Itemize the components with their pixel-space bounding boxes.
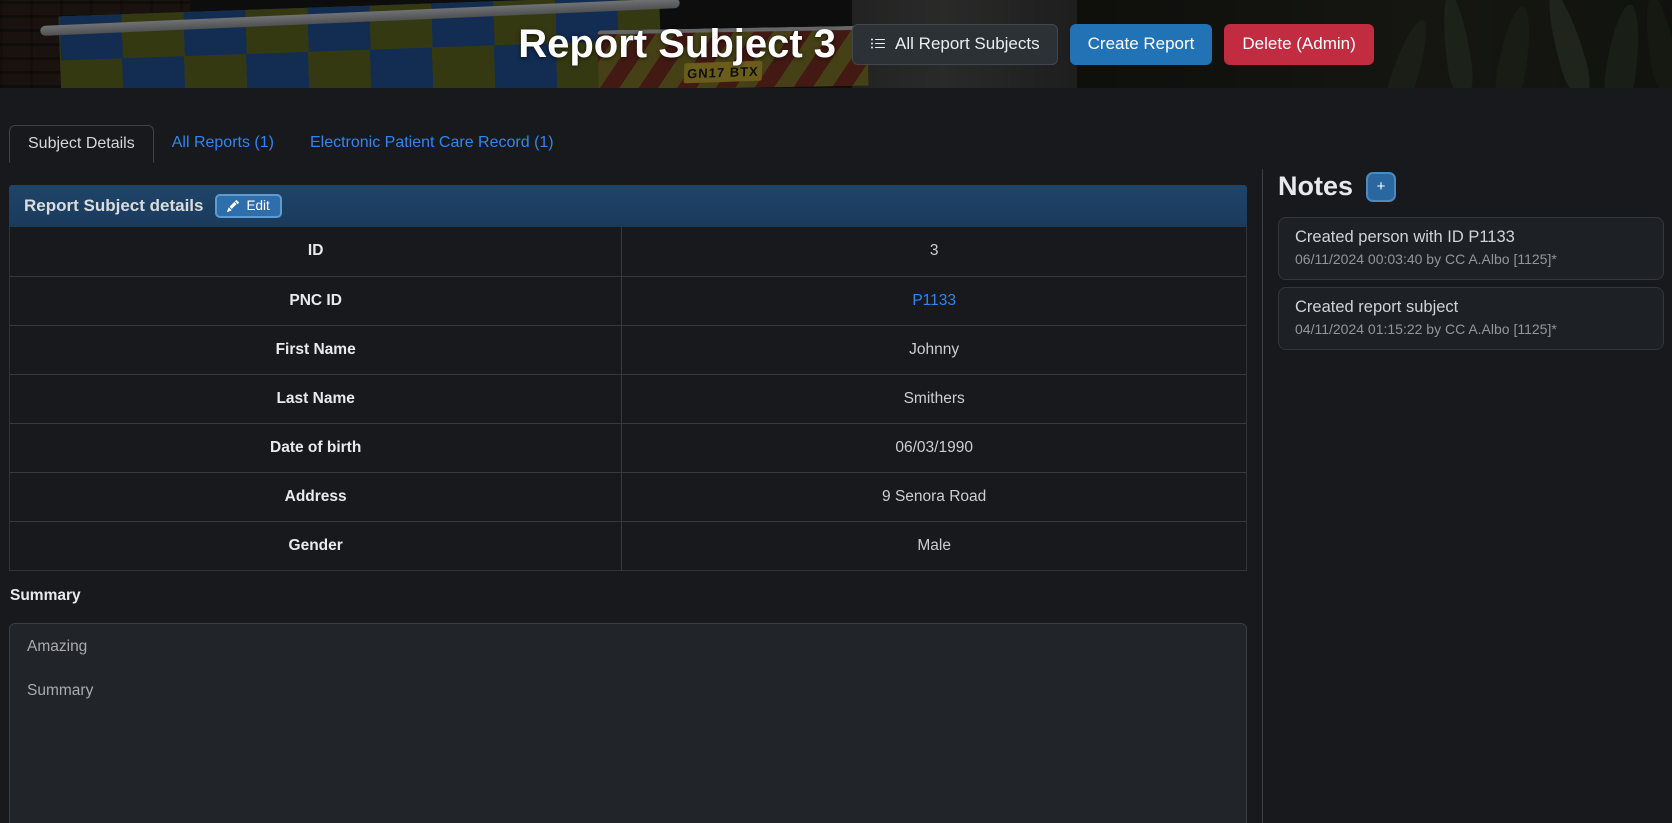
tab-bar: Subject DetailsAll Reports (1)Electronic… xyxy=(0,125,1672,163)
table-row: PNC ID P1133 xyxy=(10,276,1247,325)
detail-label: Address xyxy=(10,472,622,521)
summary-line: Amazing xyxy=(27,638,1229,656)
pencil-icon xyxy=(227,200,239,212)
note-timestamp: 06/11/2024 00:03:40 by CC A.Albo [1125]* xyxy=(1295,251,1647,267)
notes-list: Created person with ID P1133 06/11/2024 0… xyxy=(1278,217,1664,350)
all-report-subjects-button[interactable]: All Report Subjects xyxy=(852,24,1058,65)
table-row: Address9 Senora Road xyxy=(10,472,1247,521)
table-row: Last NameSmithers xyxy=(10,374,1247,423)
detail-value: Male xyxy=(622,521,1247,570)
tab-all-reports-1[interactable]: All Reports (1) xyxy=(154,125,292,163)
subject-details-table: ID3PNC ID P1133 First NameJohnnyLast NameS… xyxy=(9,227,1247,571)
note-timestamp: 04/11/2024 01:15:22 by CC A.Albo [1125]* xyxy=(1295,321,1647,337)
create-report-label: Create Report xyxy=(1088,34,1195,54)
summary-text-box: Amazing Summary xyxy=(9,623,1247,823)
create-report-button[interactable]: Create Report xyxy=(1070,24,1213,65)
note-item: Created report subject 04/11/2024 01:15:2… xyxy=(1278,287,1664,350)
detail-value: 06/03/1990 xyxy=(622,423,1247,472)
table-row: GenderMale xyxy=(10,521,1247,570)
report-subject-details-card: Report Subject details Edit ID3PNC ID P11… xyxy=(9,185,1247,571)
notes-title: Notes xyxy=(1278,171,1353,202)
detail-value: Johnny xyxy=(622,325,1247,374)
summary-line: Summary xyxy=(27,682,1229,700)
all-report-subjects-label: All Report Subjects xyxy=(895,34,1040,54)
detail-value: P1133 xyxy=(622,276,1247,325)
detail-label: Last Name xyxy=(10,374,622,423)
detail-value: 9 Senora Road xyxy=(622,472,1247,521)
summary-label: Summary xyxy=(10,587,1247,605)
main-column: Report Subject details Edit ID3PNC ID P11… xyxy=(9,169,1247,823)
table-row: First NameJohnny xyxy=(10,325,1247,374)
edit-button[interactable]: Edit xyxy=(215,194,281,218)
card-title: Report Subject details xyxy=(24,196,203,216)
note-item: Created person with ID P1133 06/11/2024 0… xyxy=(1278,217,1664,280)
detail-label: ID xyxy=(10,227,622,276)
page-title: Report Subject 3 xyxy=(518,22,836,67)
note-title: Created report subject xyxy=(1295,298,1647,317)
detail-label: PNC ID xyxy=(10,276,622,325)
tab-subject-details[interactable]: Subject Details xyxy=(9,125,154,163)
tab-electronic-patient-care-record-1[interactable]: Electronic Patient Care Record (1) xyxy=(292,125,572,163)
detail-label: First Name xyxy=(10,325,622,374)
delete-admin-label: Delete (Admin) xyxy=(1242,34,1355,54)
notes-header: Notes + xyxy=(1278,171,1664,202)
content-row: Report Subject details Edit ID3PNC ID P11… xyxy=(0,169,1672,823)
delete-admin-button[interactable]: Delete (Admin) xyxy=(1224,24,1373,65)
edit-button-label: Edit xyxy=(246,198,269,213)
notes-sidebar: Notes + Created person with ID P1133 06/1… xyxy=(1262,169,1672,823)
detail-value: Smithers xyxy=(622,374,1247,423)
detail-label: Gender xyxy=(10,521,622,570)
detail-value: 3 xyxy=(622,227,1247,276)
table-row: Date of birth06/03/1990 xyxy=(10,423,1247,472)
add-note-button[interactable]: + xyxy=(1366,172,1396,202)
page-header: GN17 BTX Report Subject 3 All Report Sub… xyxy=(0,0,1672,88)
note-title: Created person with ID P1133 xyxy=(1295,228,1647,247)
card-header: Report Subject details Edit xyxy=(9,185,1247,227)
detail-label: Date of birth xyxy=(10,423,622,472)
pnc-id-link[interactable]: P1133 xyxy=(912,292,956,309)
table-row: ID3 xyxy=(10,227,1247,276)
list-icon xyxy=(870,36,886,52)
